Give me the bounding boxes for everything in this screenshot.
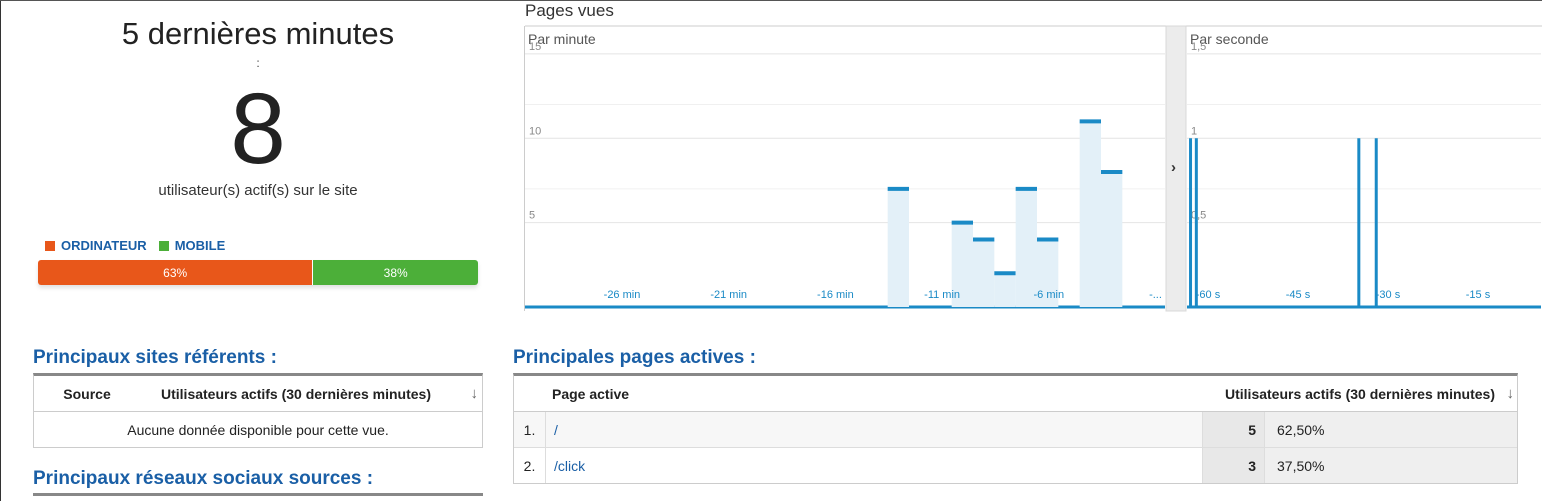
social-table-top-border <box>33 493 483 496</box>
pageviews-chart-title: Pages vues <box>525 1 614 20</box>
legend-label-desktop: ORDINATEUR <box>61 238 147 253</box>
pageviews-chart: › Par minute 15105-26 min -21 min -16 min -… <box>524 25 1542 312</box>
chart-bar <box>1357 138 1361 307</box>
chart-bar-cap <box>1079 119 1101 124</box>
col-active-users-header[interactable]: Utilisateurs actifs (30 dernières minute… <box>140 386 482 402</box>
y-tick-label: 10 <box>529 125 541 137</box>
x-tick-label: -15 s <box>1466 289 1491 301</box>
device-share-bar: 63% 38% <box>38 260 478 285</box>
chart-bar <box>1101 172 1123 307</box>
second-panel: Par seconde 1,510,5-60 s -45 s -30 s -15 s <box>1187 31 1541 309</box>
social-heading: Principaux réseaux sociaux sources : <box>33 468 374 489</box>
legend-label-mobile: MOBILE <box>174 238 226 253</box>
chart-bar <box>887 188 909 307</box>
active-pages-heading: Principales pages actives : <box>513 347 756 368</box>
y-tick-label: 1,5 <box>1191 41 1206 53</box>
page-link[interactable]: /click <box>546 448 1203 483</box>
x-tick-label: -21 min <box>710 289 747 301</box>
col-active-users-header[interactable]: Utilisateurs actifs (30 dernières minute… <box>1225 386 1517 402</box>
legend-item-ordinateur[interactable]: ORDINATEUR <box>45 238 147 253</box>
chart-bar-cap <box>951 220 973 225</box>
x-tick-label: -6 min <box>1034 289 1065 301</box>
referrers-heading: Principaux sites référents : <box>33 347 277 368</box>
chart-bar <box>994 273 1016 307</box>
summary-title: 5 dernières minutes <box>121 16 395 51</box>
legend-item-mobile[interactable]: MOBILE <box>158 238 226 253</box>
chevron-right-icon[interactable]: › <box>1171 159 1176 176</box>
chart-bar <box>1194 138 1198 307</box>
desktop-swatch <box>45 240 55 251</box>
desktop-share-segment[interactable]: 63% <box>38 260 313 285</box>
summary-colon: : <box>256 56 260 70</box>
x-tick-label: -11 min <box>924 289 960 301</box>
x-tick-label: -16 min <box>817 289 854 301</box>
row-percentage: 62,50% <box>1265 412 1517 447</box>
col-page-header[interactable]: Page active <box>514 386 1225 402</box>
x-tick-label: -60 s <box>1196 289 1221 301</box>
chart-bar-cap <box>1101 170 1123 174</box>
chart-bar <box>1374 138 1378 307</box>
active-pages-table: Page active Utilisateurs actifs (30 dern… <box>513 373 1518 484</box>
y-tick-label: 15 <box>529 41 541 53</box>
chart-bar-cap <box>973 237 995 242</box>
mobile-share-segment[interactable]: 38% <box>312 260 478 285</box>
desktop-share-label: 63% <box>163 265 188 280</box>
row-rank: 1. <box>514 412 546 447</box>
active-pages-header: Page active Utilisateurs actifs (30 dern… <box>514 376 1517 412</box>
page-link[interactable]: / <box>546 412 1203 447</box>
no-data-message: Aucune donnée disponible pour cette vue. <box>127 421 389 438</box>
y-tick-label: 5 <box>529 210 535 222</box>
y-tick-label: 0,5 <box>1191 210 1206 222</box>
table-row: 2. /click 3 37,50% <box>514 448 1517 483</box>
x-tick-label: -26 min <box>604 289 641 301</box>
mobile-swatch <box>158 240 169 251</box>
row-rank: 2. <box>514 448 546 483</box>
sort-down-icon[interactable]: ↓ <box>471 385 479 402</box>
chart-bar <box>1079 121 1101 307</box>
row-percentage: 37,50% <box>1265 448 1517 483</box>
chart-bar-cap <box>1015 186 1037 191</box>
chart-bar-cap <box>994 271 1016 276</box>
row-active-users: 5 <box>1203 412 1265 447</box>
chart-collapse-toggle[interactable] <box>1165 25 1187 312</box>
x-tick-label: -30 s <box>1376 289 1401 301</box>
y-tick-label: 1 <box>1191 125 1197 137</box>
table-row: 1. / 5 62,50% <box>514 412 1517 448</box>
referrers-table-header: Source Utilisateurs actifs (30 dernières… <box>34 376 482 412</box>
chart-bar-cap <box>887 186 909 191</box>
chart-bar <box>973 239 995 307</box>
x-tick-label: -45 s <box>1286 289 1311 301</box>
col-source-header[interactable]: Source <box>34 386 140 402</box>
chart-bar <box>1189 138 1193 307</box>
row-active-users: 3 <box>1203 448 1265 483</box>
device-legend: ORDINATEUR MOBILE <box>45 238 225 253</box>
referrers-table: Source Utilisateurs actifs (30 dernières… <box>33 373 483 448</box>
sort-down-icon[interactable]: ↓ <box>1507 385 1515 402</box>
x-tick-label: -... <box>1149 289 1162 301</box>
active-users-count: 8 <box>230 73 286 185</box>
chart-bar-cap <box>1037 237 1059 242</box>
active-users-label: utilisateur(s) actif(s) sur le site <box>158 182 358 199</box>
frame-border-top <box>0 0 1542 1</box>
minute-panel: Par minute 15105-26 min -21 min -16 min -11… <box>525 31 1165 309</box>
mobile-share-label: 38% <box>383 265 408 280</box>
